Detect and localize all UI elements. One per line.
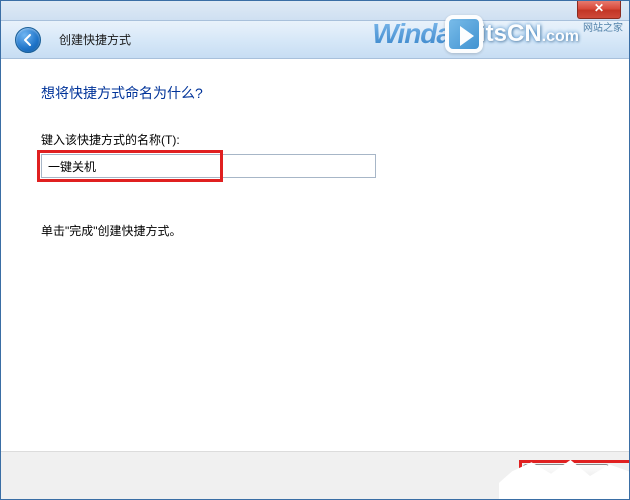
play-icon [445,15,483,53]
titlebar: ✕ [1,1,629,21]
content-area: 想将快捷方式命名为什么? 键入该快捷方式的名称(T): 单击"完成"创建快捷方式… [1,59,629,449]
finish-button-wrap: 完成 [523,464,609,488]
page-heading: 想将快捷方式命名为什么? [41,83,589,103]
watermark-sub: 网站之家 [583,19,623,34]
instruction-text: 单击"完成"创建快捷方式。 [41,222,589,239]
input-label: 键入该快捷方式的名称(T): [41,131,589,148]
back-button[interactable] [15,27,41,53]
back-arrow-icon [21,33,35,47]
watermark-text-1: Winda [372,18,451,50]
watermark: Winda itsCN.com 网站之家 [372,15,623,53]
window-title: 创建快捷方式 [59,31,131,48]
watermark-text-2: itsCN.com [479,20,579,48]
header-bar: 创建快捷方式 Winda itsCN.com 网站之家 [1,21,629,59]
wizard-window: ✕ 创建快捷方式 Winda itsCN.com 网站之家 想将快捷方式命名为什… [0,0,630,500]
input-container [41,154,376,178]
close-button[interactable]: ✕ [577,1,621,19]
footer-bar: 完成 [1,451,629,499]
shortcut-name-input[interactable] [41,154,376,178]
finish-button[interactable]: 完成 [523,464,609,488]
